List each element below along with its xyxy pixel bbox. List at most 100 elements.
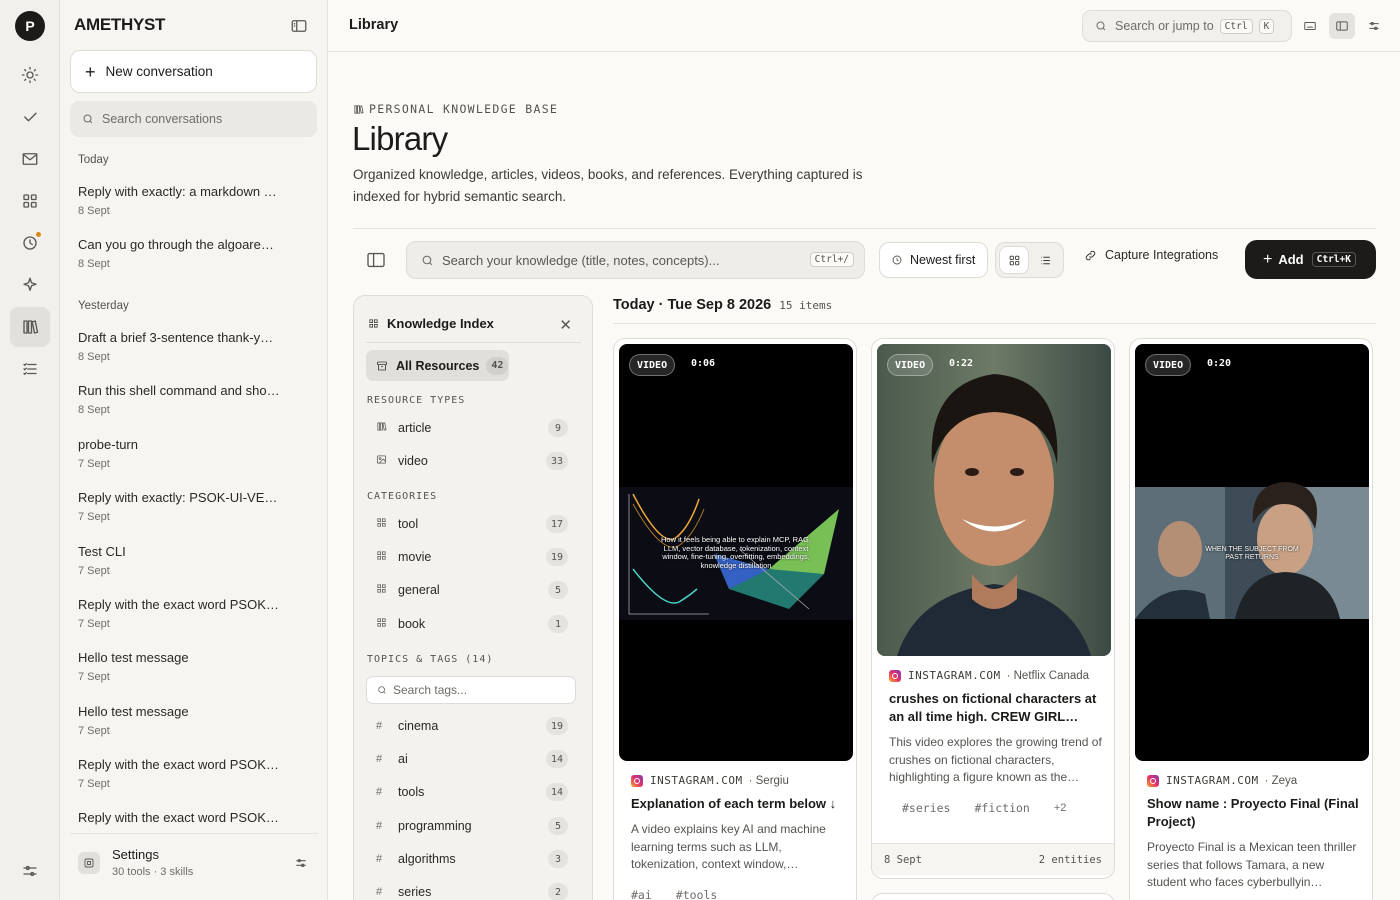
conversation-item[interactable]: Reply with the exact word PSOK… 7 Sept: [78, 597, 293, 630]
sidebar-collapse-icon[interactable]: [290, 17, 308, 35]
conversation-item[interactable]: Reply with the exact word PSOK… 7 Sept: [78, 757, 293, 790]
all-resources-filter[interactable]: All Resources 42: [366, 350, 509, 381]
clock-icon[interactable]: [10, 223, 50, 263]
conversation-item[interactable]: Reply with exactly: a markdown … 8 Sept: [78, 184, 293, 217]
sparkle-icon[interactable]: [10, 265, 50, 305]
index-panel-toggle-icon[interactable]: [366, 252, 386, 268]
grid-view-button[interactable]: [1000, 247, 1028, 273]
conversation-date: 7 Sept: [78, 725, 110, 737]
video-thumbnail[interactable]: How it feels being able to explain MCP, …: [619, 344, 853, 761]
conversation-item[interactable]: Hello test message 7 Sept: [78, 650, 293, 683]
count-badge: 19: [545, 717, 568, 735]
list-view-button[interactable]: [1031, 247, 1059, 273]
tag-series[interactable]: # series 2: [366, 878, 568, 900]
resource-type-video[interactable]: video 33: [366, 447, 568, 475]
resource-card[interactable]: WHEN THE SUBJECT FROM PAST RETURNS VIDEO…: [1129, 338, 1373, 900]
conversation-item[interactable]: Can you go through the algoare… 8 Sept: [78, 237, 293, 270]
tag-chip[interactable]: #series: [902, 801, 950, 815]
knowledge-search-input[interactable]: Search your knowledge (title, notes, con…: [406, 241, 865, 279]
tag-programming[interactable]: # programming 5: [366, 812, 568, 840]
video-thumbnail[interactable]: WHEN THE SUBJECT FROM PAST RETURNS VIDEO…: [1135, 344, 1369, 761]
add-button[interactable]: + Add Ctrl+K: [1245, 240, 1376, 279]
eyebrow-text: PERSONAL KNOWLEDGE BASE: [369, 102, 559, 116]
knowledge-search-placeholder: Search your knowledge (title, notes, con…: [442, 252, 720, 268]
link-icon: [1085, 250, 1096, 260]
tag-algorithms[interactable]: # algorithms 3: [366, 845, 568, 873]
tune-icon[interactable]: [294, 856, 308, 870]
mail-icon[interactable]: [10, 139, 50, 179]
conversation-item[interactable]: Reply with the exact word PSOK…: [78, 810, 293, 825]
card-title[interactable]: Explanation of each term below ↓: [631, 795, 844, 813]
shortcut-key: K: [1258, 18, 1275, 34]
settings-button[interactable]: Settings 30 tools · 3 skills: [70, 833, 318, 891]
resource-card[interactable]: [871, 893, 1115, 900]
filters-icon[interactable]: [1361, 13, 1387, 39]
video-thumbnail[interactable]: VIDEO 0:22: [877, 344, 1111, 656]
tag-tools[interactable]: # tools 14: [366, 778, 568, 806]
category-tool[interactable]: tool 17: [366, 510, 568, 538]
hash-icon: #: [376, 886, 383, 898]
conversation-title: Reply with exactly: PSOK-UI-VE…: [78, 490, 278, 505]
close-icon[interactable]: ✕: [559, 316, 572, 334]
tag-search-input[interactable]: Search tags...: [366, 676, 576, 704]
category-book[interactable]: book 1: [366, 610, 568, 638]
grid-icon: [376, 583, 392, 597]
workspace-avatar[interactable]: P: [15, 11, 45, 41]
new-conversation-button[interactable]: + New conversation: [70, 50, 317, 93]
keyboard-icon[interactable]: [1297, 13, 1323, 39]
grid-icon[interactable]: [10, 181, 50, 221]
panel-toggle-icon[interactable]: [1329, 13, 1355, 39]
conversation-date: 7 Sept: [78, 671, 110, 683]
library-icon[interactable]: [10, 307, 50, 347]
thumbnail-overlay-caption: How it feels being able to explain MCP, …: [661, 535, 811, 570]
check-icon[interactable]: [10, 97, 50, 137]
tag-chip[interactable]: #fiction: [974, 801, 1029, 815]
add-label: Add: [1278, 252, 1304, 267]
source-line: INSTAGRAM.COM · Sergiu: [631, 774, 844, 787]
preferences-icon[interactable]: [10, 851, 50, 891]
category-general[interactable]: general 5: [366, 576, 568, 604]
category-movie[interactable]: movie 19: [366, 543, 568, 571]
tag-cinema[interactable]: # cinema 19: [366, 712, 568, 740]
conversation-search-input[interactable]: Search conversations: [70, 101, 317, 137]
view-toggle: [995, 242, 1064, 278]
clock-icon: [892, 255, 902, 265]
conversation-date: 8 Sept: [78, 258, 110, 270]
more-tags[interactable]: +2: [1054, 802, 1067, 814]
conversation-item[interactable]: Draft a brief 3-sentence thank-y… 8 Sept: [78, 330, 293, 363]
settings-icon: [78, 851, 100, 874]
conversation-item[interactable]: Test CLI 7 Sept: [78, 544, 293, 577]
row-label: movie: [398, 550, 432, 564]
conversation-item[interactable]: probe-turn 7 Sept: [78, 437, 293, 470]
capture-integrations-button[interactable]: Capture Integrations: [1084, 248, 1218, 262]
sun-icon[interactable]: [10, 55, 50, 95]
top-bar: Library Search or jump to Ctrl K: [328, 0, 1400, 52]
search-placeholder: Search conversations: [102, 112, 223, 126]
sort-button[interactable]: Newest first: [879, 242, 988, 278]
jump-search-input[interactable]: Search or jump to Ctrl K: [1082, 10, 1292, 42]
resource-type-article[interactable]: article 9: [366, 414, 568, 442]
source-author: Sergiu: [755, 774, 789, 787]
tag-ai[interactable]: # ai 14: [366, 745, 568, 773]
settings-title: Settings: [112, 847, 159, 862]
card-title[interactable]: Show name : Proyecto Final (Final Projec…: [1147, 795, 1360, 831]
list-icon[interactable]: [10, 349, 50, 389]
tag-chip[interactable]: #tools: [676, 888, 718, 900]
search-icon: [83, 114, 93, 124]
card-title[interactable]: crushes on fictional characters at an al…: [889, 690, 1102, 726]
conversation-title: probe-turn: [78, 437, 138, 452]
page-title: Library: [352, 120, 448, 157]
conversation-item[interactable]: Reply with exactly: PSOK-UI-VE… 7 Sept: [78, 490, 293, 523]
grid-icon: [369, 319, 378, 328]
resource-card[interactable]: VIDEO 0:22 INSTAGRAM.COM · Netflix Canada…: [871, 338, 1115, 879]
source-domain: INSTAGRAM.COM: [1166, 774, 1259, 787]
tag-chip[interactable]: #ai: [631, 888, 652, 900]
search-icon: [422, 255, 433, 265]
resource-card[interactable]: How it feels being able to explain MCP, …: [613, 338, 857, 900]
page-eyebrow: PERSONAL KNOWLEDGE BASE: [353, 102, 558, 116]
media-type-badge: VIDEO: [1145, 354, 1192, 376]
conversation-item[interactable]: Run this shell command and sho… 8 Sept: [78, 383, 293, 416]
card-date: 8 Sept: [884, 853, 922, 866]
conversation-date: 7 Sept: [78, 565, 110, 577]
conversation-item[interactable]: Hello test message 7 Sept: [78, 704, 293, 737]
